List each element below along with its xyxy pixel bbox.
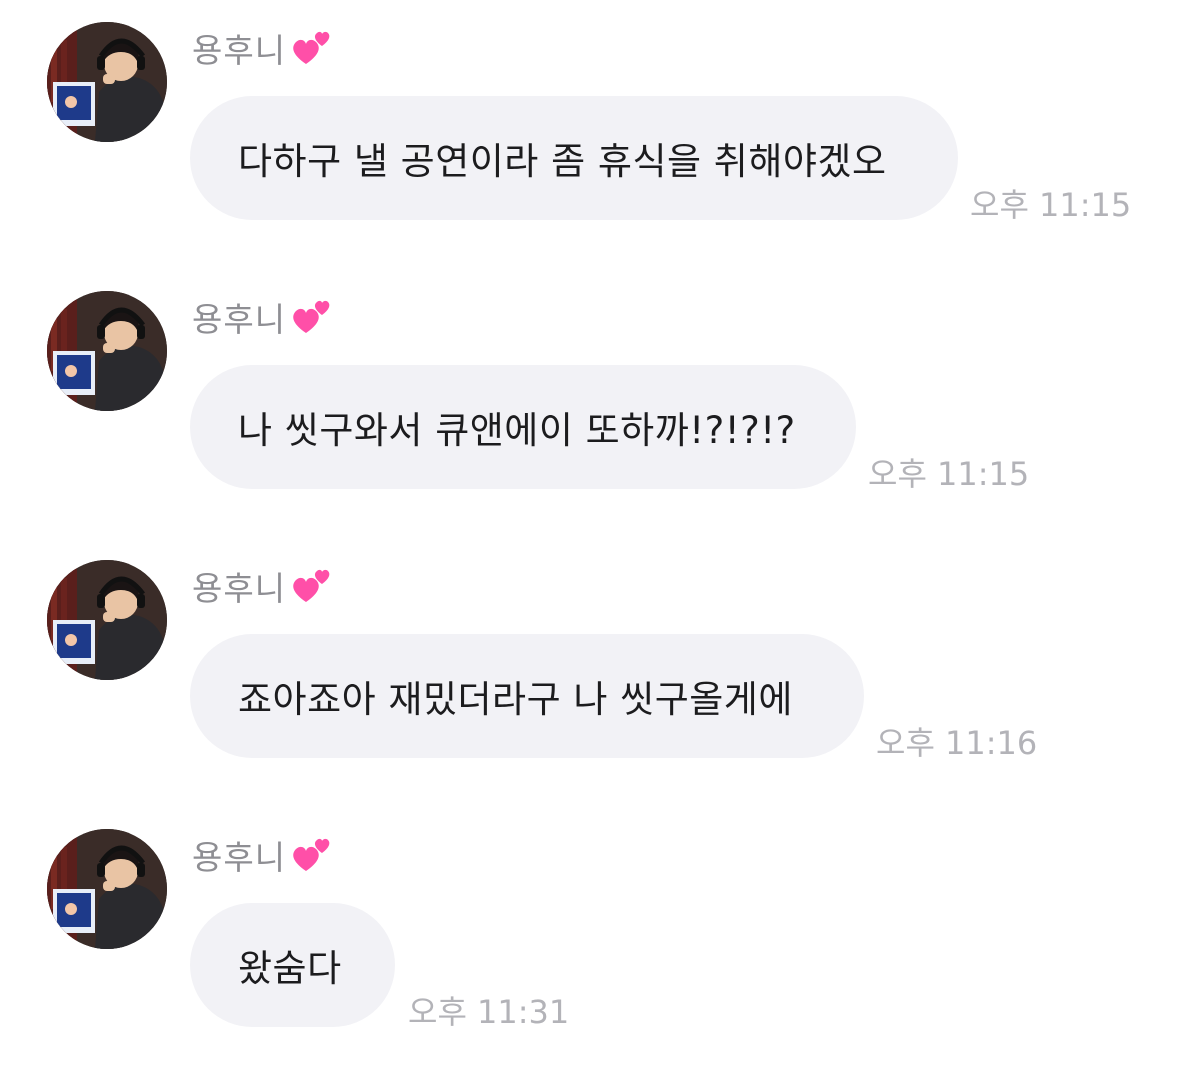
message-bubble[interactable]: 다하구 낼 공연이라 좀 휴식을 취해야겠오	[190, 96, 958, 220]
sender-label: 용후니	[192, 26, 334, 70]
sender-name: 용후니	[192, 838, 287, 877]
message-timestamp: 오후 11:16	[876, 724, 1038, 762]
message-text: 나 씻구와서 큐앤에이 또하까!?!?!?	[238, 409, 796, 452]
message-text: 다하구 낼 공연이라 좀 휴식을 취해야겠오	[238, 140, 887, 183]
sender-name: 용후니	[192, 569, 287, 608]
avatar[interactable]	[47, 291, 167, 411]
sender-label: 용후니	[192, 833, 334, 877]
two-hearts-icon	[293, 569, 330, 602]
avatar[interactable]	[47, 829, 167, 949]
sender-label: 용후니	[192, 564, 334, 608]
message-bubble[interactable]: 나 씻구와서 큐앤에이 또하까!?!?!?	[190, 365, 856, 489]
message-bubble[interactable]: 왔숨다	[190, 903, 395, 1027]
sender-name: 용후니	[192, 300, 287, 339]
profile-photo-icon	[47, 22, 167, 142]
message-bubble[interactable]: 죠아죠아 재밌더라구 나 씻구올게에	[190, 634, 864, 758]
sender-name: 용후니	[192, 31, 287, 70]
profile-photo-icon	[47, 560, 167, 680]
avatar[interactable]	[47, 22, 167, 142]
avatar[interactable]	[47, 560, 167, 680]
profile-photo-icon	[47, 291, 167, 411]
message-row: 용후니 나 씻구와서 큐앤에이 또하까!?!?!? 오후 11:15	[0, 269, 1200, 493]
two-hearts-icon	[293, 838, 330, 871]
message-timestamp: 오후 11:15	[868, 455, 1030, 493]
sender-label: 용후니	[192, 295, 334, 339]
message-text: 왔숨다	[238, 947, 342, 990]
message-timestamp: 오후 11:15	[970, 186, 1132, 224]
message-text: 죠아죠아 재밌더라구 나 씻구올게에	[238, 678, 793, 721]
message-row: 용후니 왔숨다 오후 11:31	[0, 807, 1200, 1031]
profile-photo-icon	[47, 829, 167, 949]
two-hearts-icon	[293, 300, 330, 333]
message-row: 용후니 다하구 낼 공연이라 좀 휴식을 취해야겠오 오후 11:15	[0, 0, 1200, 224]
message-row: 용후니 죠아죠아 재밌더라구 나 씻구올게에 오후 11:16	[0, 538, 1200, 762]
message-timestamp: 오후 11:31	[408, 993, 570, 1031]
two-hearts-icon	[293, 31, 330, 64]
chat-thread: 용후니 다하구 낼 공연이라 좀 휴식을 취해야겠오 오후 11:15 용후니 …	[0, 0, 1200, 1070]
